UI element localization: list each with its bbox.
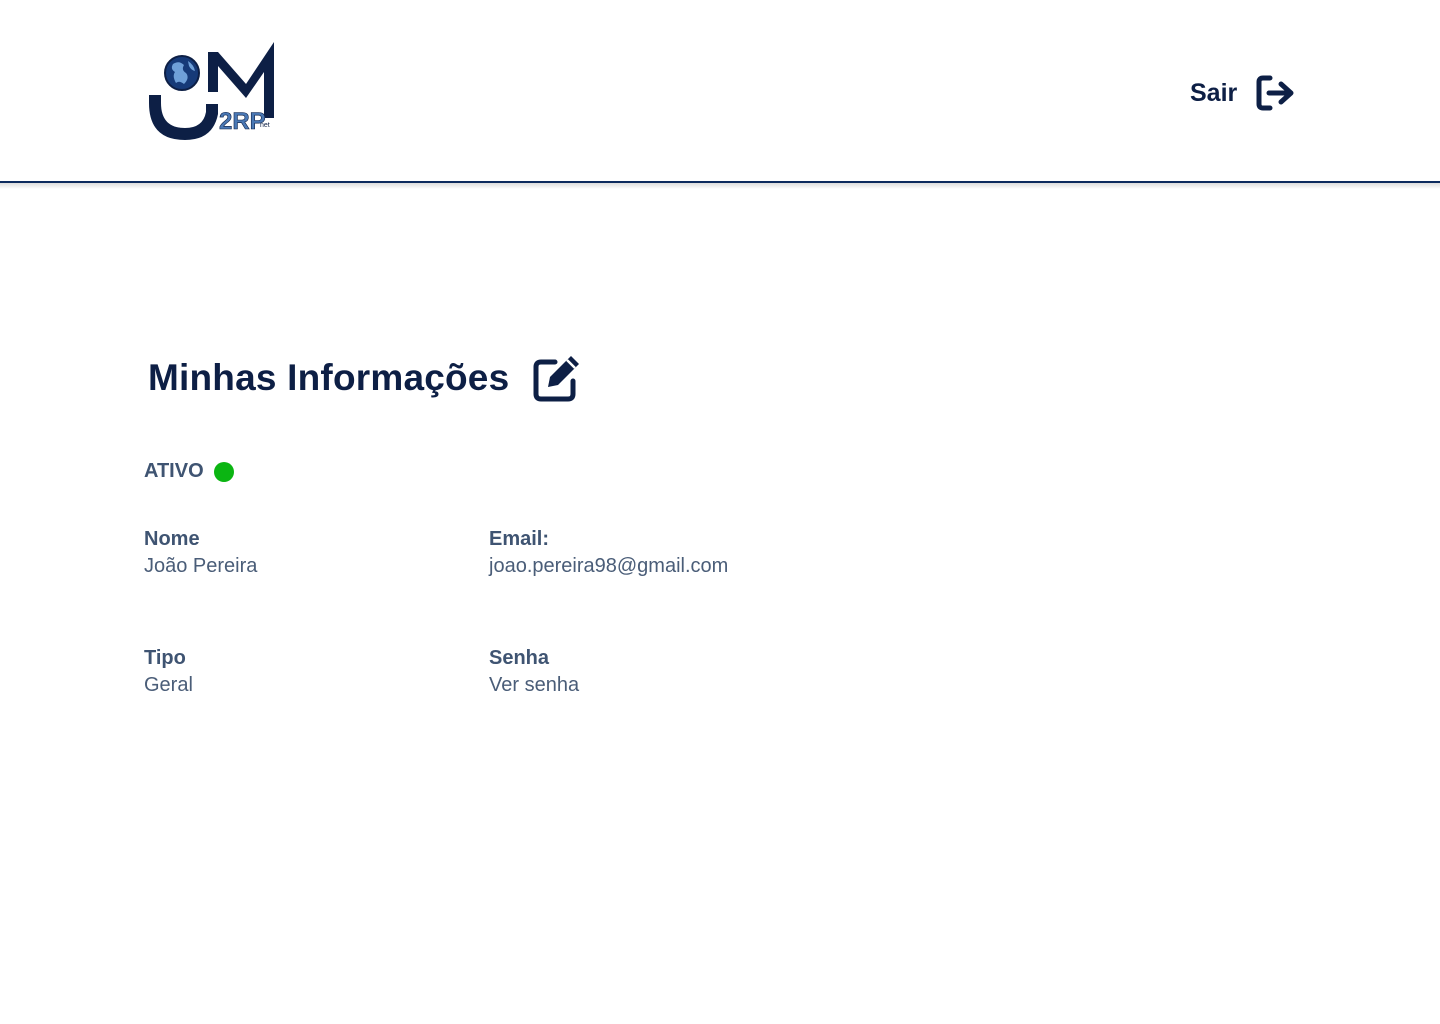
top-header: 2RP net Sair (0, 0, 1440, 182)
field-email-label: Email: (489, 528, 550, 550)
status-badge: ATIVO (144, 460, 234, 483)
field-tipo-value: Geral (144, 674, 193, 696)
page-title: Minhas Informações (148, 357, 510, 398)
logo-badge-suffix: net (260, 122, 270, 129)
logo-badge-text: 2RP (219, 108, 266, 135)
field-senha: Senha Ver senha (489, 645, 579, 699)
header-shadow (0, 183, 1440, 189)
show-password-link[interactable]: Ver senha (489, 671, 579, 699)
field-nome: Nome João Pereira (144, 526, 257, 580)
title-row: Minhas Informações (148, 352, 583, 404)
field-nome-value: João Pereira (144, 555, 258, 577)
field-email: Email: joao.pereira98@gmail.com (489, 526, 728, 580)
field-tipo-label: Tipo (144, 647, 186, 669)
logo[interactable]: 2RP net (146, 40, 278, 144)
edit-pencil-icon[interactable] (531, 352, 583, 404)
sign-out-icon (1256, 75, 1294, 111)
status-label: ATIVO (144, 460, 204, 482)
status-indicator-dot (213, 461, 234, 482)
field-email-value: joao.pereira98@gmail.com (489, 555, 729, 577)
logout-label: Sair (1190, 78, 1238, 107)
field-tipo: Tipo Geral (144, 645, 193, 699)
jm-globe-logo-icon: 2RP net (149, 42, 274, 140)
field-senha-label: Senha (489, 647, 550, 669)
logout-button[interactable]: Sair (1190, 70, 1297, 116)
field-nome-label: Nome (144, 528, 200, 550)
